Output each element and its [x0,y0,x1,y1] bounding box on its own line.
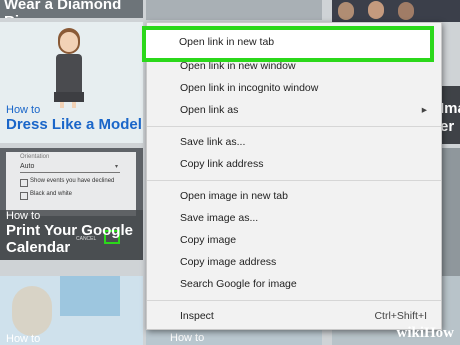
tile-print-google-calendar[interactable]: Orientation Auto ▾ Show events you have … [0,148,143,260]
howto-label: How to [6,333,41,345]
tile-bottom-mid[interactable]: How to [146,328,322,345]
menu-separator [147,300,441,301]
highlight-open-link-new-tab[interactable]: Open link in new tab [142,26,434,62]
menu-item-copy-image[interactable]: Copy image [147,229,441,251]
menu-item-copy-image-address[interactable]: Copy image address [147,251,441,273]
checkbox-label: Black and white [30,191,73,197]
checkbox-icon [20,179,28,187]
article-title[interactable]: Dress Like a Model [6,116,142,133]
article-title-line2[interactable]: Calendar [6,239,133,256]
partial-title-2: er [440,118,455,135]
howto-label: How to [6,210,41,222]
menu-item-open-link-as[interactable]: Open link as ▸ [147,99,441,121]
tile-top-left-banner[interactable]: Wear a Diamond Ring [0,0,143,18]
wikihow-watermark: wikiHow [396,325,454,341]
menu-separator [147,180,441,181]
howto-label: How to [170,332,205,344]
tile-top-mid[interactable] [146,0,322,20]
banner-title: Wear a Diamond Ring [4,0,122,18]
highlight-label: Open link in new tab [179,36,275,48]
menu-item-inspect[interactable]: Inspect Ctrl+Shift+I [147,305,441,327]
submenu-arrow-icon: ▸ [421,104,427,116]
tile-bottom-left[interactable]: How to [0,276,143,345]
menu-item-save-image-as[interactable]: Save image as... [147,207,441,229]
tile-dress-like-model[interactable]: How to Dress Like a Model [0,22,143,143]
settings-value: Auto [20,163,35,170]
menu-item-open-link-incognito[interactable]: Open link in incognito window [147,77,441,99]
context-menu: Open link in new tab Open link in new wi… [146,22,442,330]
menu-item-open-image-new-tab[interactable]: Open image in new tab [147,185,441,207]
howto-label: How to [6,104,41,116]
dropdown-arrow-icon: ▾ [115,164,119,170]
article-title-line1[interactable]: Print Your Google [6,222,133,239]
menu-item-save-link-as[interactable]: Save link as... [147,131,441,153]
settings-label: Orientation [20,154,50,160]
menu-separator [147,126,441,127]
menu-item-search-google-image[interactable]: Search Google for image [147,273,441,295]
tile-top-right-photo[interactable] [332,0,460,22]
checkbox-icon [20,192,28,200]
menu-item-copy-link-address[interactable]: Copy link address [147,153,441,175]
checkbox-label: Show events you have declined [30,178,115,184]
partial-title: Ima [440,100,460,117]
shortcut-label: Ctrl+Shift+I [374,310,427,322]
